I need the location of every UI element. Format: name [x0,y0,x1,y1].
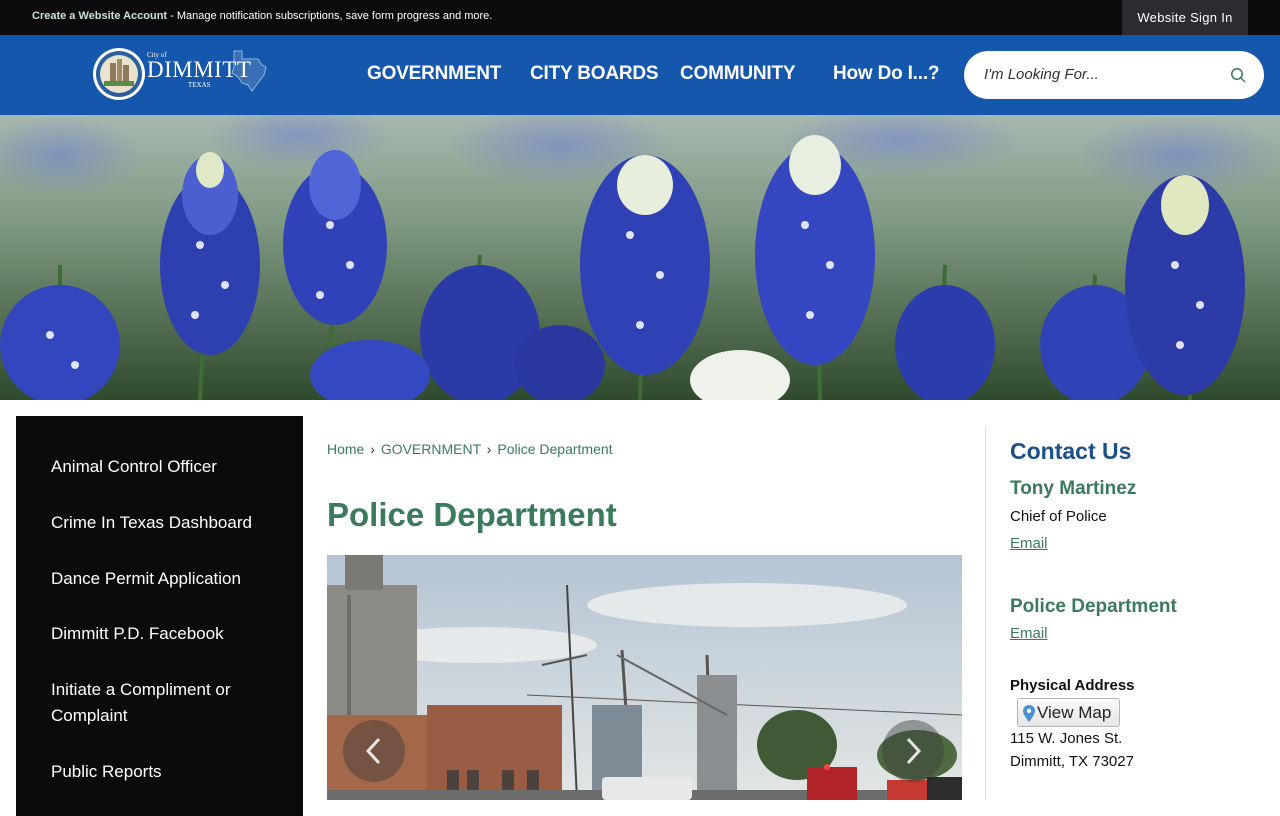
create-account-description: - Manage notification subscriptions, sav… [167,10,493,22]
contact-person-email-link[interactable]: Email [1010,535,1048,552]
sidebar-item-public-reports[interactable]: Public Reports [51,759,281,785]
city-logo[interactable]: City of DIMMITT TEXAS [92,45,272,103]
slideshow-prev-button[interactable] [343,720,405,782]
chevron-left-icon [365,737,381,765]
sidebar-item-dance-permit[interactable]: Dance Permit Application [51,566,281,592]
breadcrumb-separator: › [486,441,492,457]
view-map-label: View Map [1037,703,1112,722]
nav-city-boards[interactable]: CITY BOARDS [530,63,659,85]
contact-person-name: Tony Martinez [1010,478,1137,499]
contact-department-name: Police Department [1010,596,1177,617]
logo-state-name: TEXAS [188,81,211,89]
sidebar-item-animal-control[interactable]: Animal Control Officer [51,454,281,480]
breadcrumb-home[interactable]: Home [327,441,364,457]
bluebonnet-flowers-image [0,115,1280,400]
breadcrumb-separator: › [370,441,375,457]
create-account-link[interactable]: Create a Website Account [32,10,167,22]
website-sign-in-button[interactable]: Website Sign In [1122,0,1248,35]
logo-city-name: DIMMITT [147,57,252,82]
chevron-right-icon [906,737,922,765]
breadcrumb-government[interactable]: GOVERNMENT [381,441,481,457]
nav-community[interactable]: COMMUNITY [680,63,796,85]
contact-person-role: Chief of Police [1010,508,1107,525]
town-street-photo [327,555,962,800]
breadcrumb-current[interactable]: Police Department [497,441,612,457]
sidebar-item-compliment-complaint[interactable]: Initiate a Compliment or Complaint [51,677,251,729]
slideshow-photo [327,555,962,800]
contact-us-heading: Contact Us [1010,438,1132,464]
breadcrumb: Home › GOVERNMENT › Police Department [327,441,613,457]
view-map-button[interactable]: View Map [1017,698,1120,727]
address-line-2: Dimmitt, TX 73027 [1010,753,1134,770]
hero-banner-image [0,115,1280,400]
nav-how-do-i[interactable]: How Do I...? [833,63,940,85]
sidebar-navigation: Animal Control Officer Crime In Texas Da… [16,416,303,816]
site-search[interactable]: I'm Looking For... [964,51,1264,99]
top-utility-bar: Create a Website Account - Manage notifi… [0,0,1280,35]
map-pin-icon [1023,705,1035,722]
search-icon[interactable] [1230,67,1246,83]
physical-address-label: Physical Address [1010,677,1135,694]
account-message: Create a Website Account - Manage notifi… [32,10,492,22]
contact-department-email-link[interactable]: Email [1010,625,1048,642]
slideshow-next-button[interactable] [882,720,944,782]
site-header: City of DIMMITT TEXAS GOVERNMENT CITY BO… [0,35,1280,115]
search-input[interactable]: I'm Looking For... [984,66,1099,83]
column-divider [985,428,986,800]
sidebar-item-facebook[interactable]: Dimmitt P.D. Facebook [51,621,281,647]
sidebar-item-crime-dashboard[interactable]: Crime In Texas Dashboard [51,510,281,536]
page-title: Police Department [327,496,617,533]
address-line-1: 115 W. Jones St. [1010,730,1123,747]
nav-government[interactable]: GOVERNMENT [367,63,501,85]
